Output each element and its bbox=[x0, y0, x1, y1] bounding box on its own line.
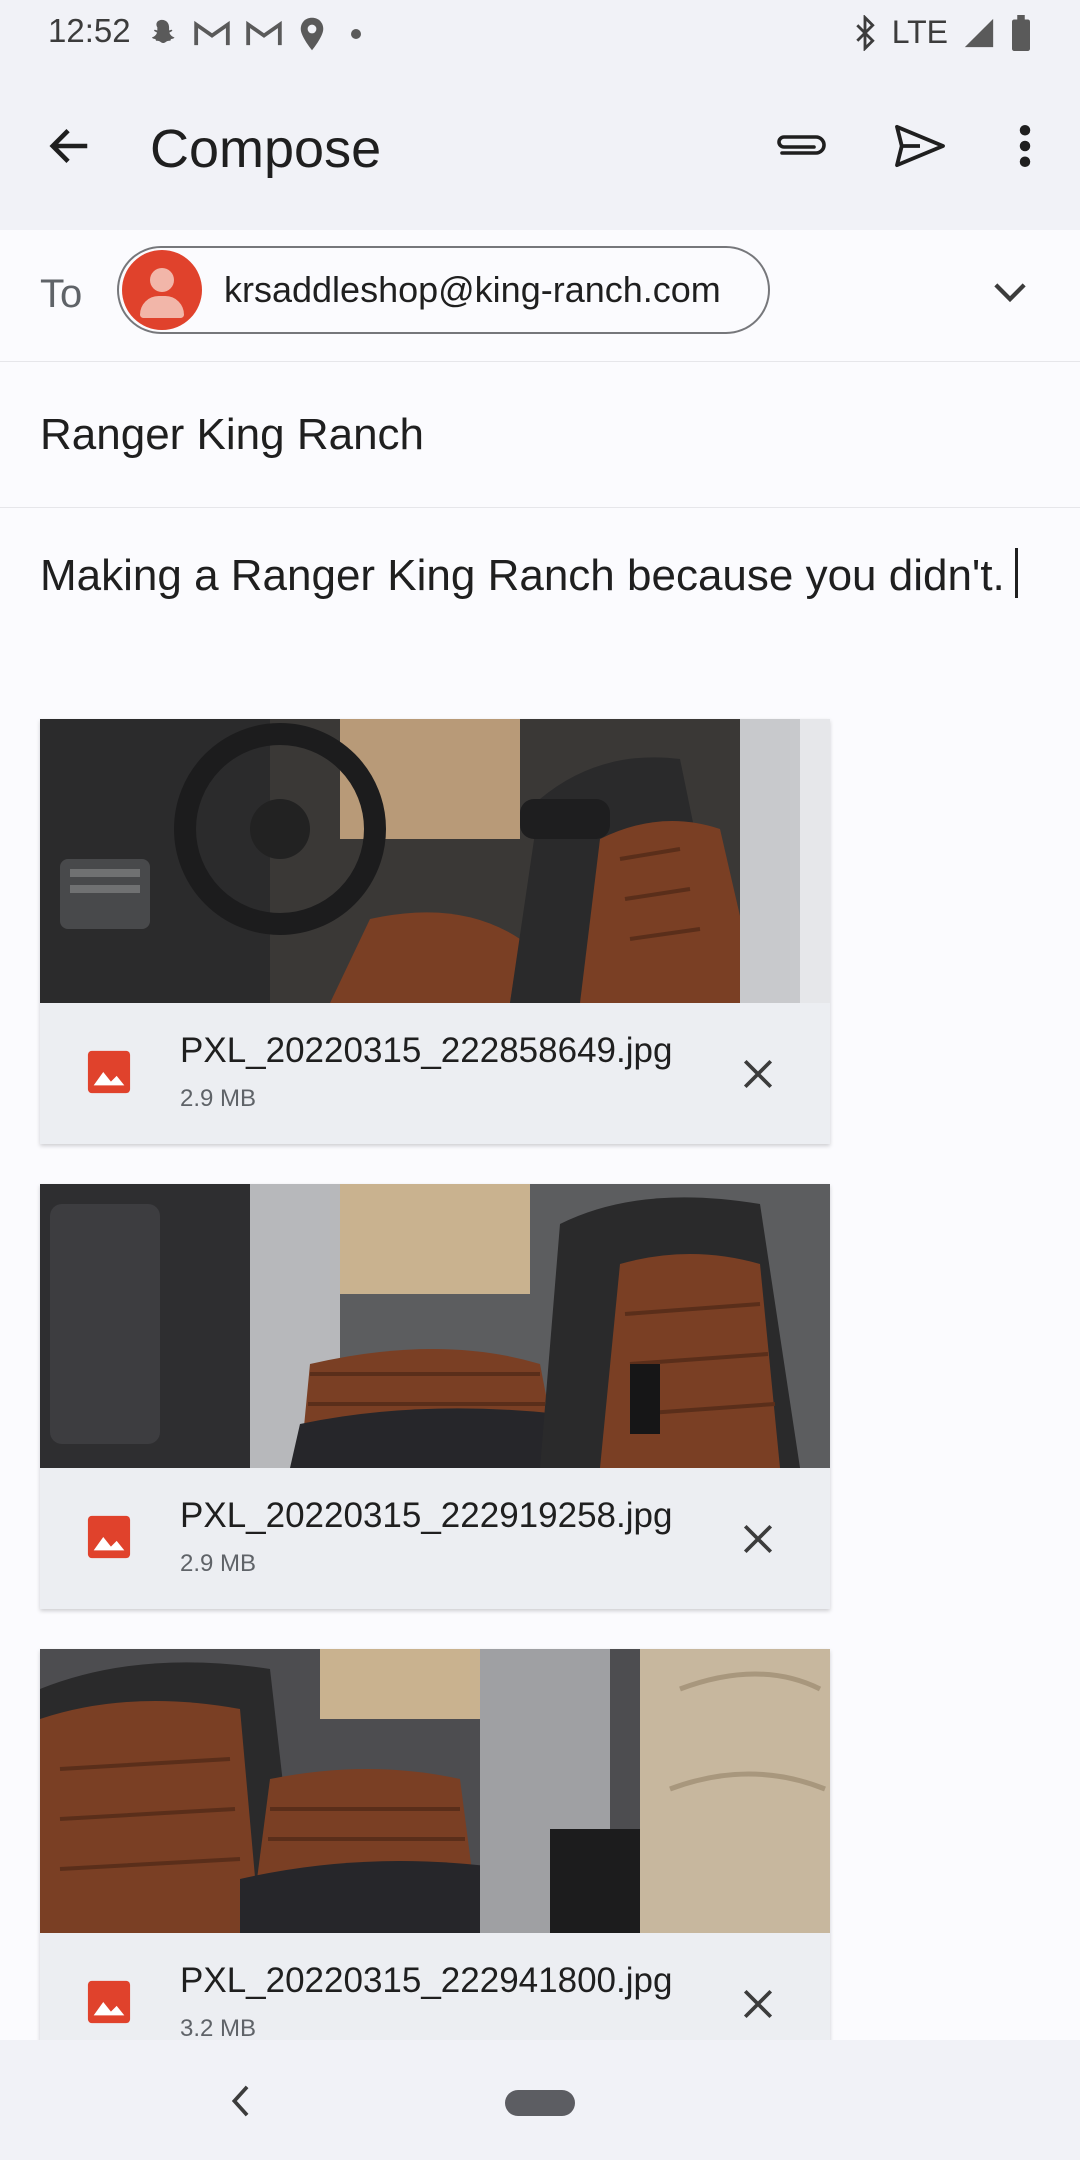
body-field[interactable]: Making a Ranger King Ranch because you d… bbox=[40, 548, 1018, 601]
chevron-down-icon bbox=[994, 283, 1026, 303]
system-icons: LTE bbox=[852, 14, 1032, 51]
signal-icon bbox=[964, 18, 994, 47]
attachment-preview-image[interactable] bbox=[40, 719, 830, 1003]
remove-attachment-button[interactable] bbox=[735, 1051, 781, 1097]
status-time: 12:52 bbox=[48, 12, 131, 49]
gmail-icon bbox=[246, 20, 282, 46]
attachment-size: 3.2 MB bbox=[180, 2015, 257, 2042]
arrow-back-icon bbox=[49, 129, 88, 163]
notification-icons bbox=[145, 16, 371, 52]
subject-field[interactable]: Ranger King Ranch bbox=[0, 362, 1080, 508]
avatar bbox=[122, 250, 202, 330]
nav-back-button[interactable] bbox=[220, 2076, 260, 2126]
back-button[interactable] bbox=[38, 114, 102, 178]
home-pill[interactable] bbox=[505, 2090, 575, 2116]
body-text: Making a Ranger King Ranch because you d… bbox=[40, 551, 1005, 600]
image-file-icon bbox=[87, 1980, 131, 2024]
attachment-size: 2.9 MB bbox=[180, 1550, 257, 1577]
text-cursor bbox=[1014, 548, 1018, 598]
close-icon bbox=[743, 1059, 773, 1089]
bluetooth-icon bbox=[855, 14, 875, 51]
subject-text: Ranger King Ranch bbox=[40, 410, 425, 459]
send-button[interactable] bbox=[885, 114, 955, 178]
attachment-card[interactable]: PXL_20220315_222919258.jpg 2.9 MB bbox=[40, 1184, 830, 1609]
network-type: LTE bbox=[891, 14, 948, 50]
more-options-button[interactable] bbox=[1000, 114, 1050, 178]
attachment-size: 2.9 MB bbox=[180, 1085, 257, 1112]
status-bar: 12:52 LTE bbox=[0, 0, 1080, 70]
close-icon bbox=[743, 1524, 773, 1554]
paperclip-icon bbox=[777, 135, 826, 155]
page-title: Compose bbox=[150, 119, 382, 179]
send-icon bbox=[895, 124, 945, 168]
attachment-filename: PXL_20220315_222858649.jpg bbox=[180, 1031, 673, 1070]
recipient-chip[interactable]: krsaddleshop@king-ranch.com bbox=[117, 246, 770, 334]
location-icon bbox=[300, 17, 324, 51]
dot-icon bbox=[351, 29, 361, 39]
expand-recipients-button[interactable] bbox=[990, 272, 1030, 312]
attachment-card[interactable]: PXL_20220315_222941800.jpg 3.2 MB bbox=[40, 1649, 830, 2074]
image-file-icon bbox=[87, 1050, 131, 1094]
remove-attachment-button[interactable] bbox=[735, 1516, 781, 1562]
snapchat-icon bbox=[151, 19, 175, 43]
gmail-icon bbox=[194, 20, 230, 46]
image-file-icon bbox=[87, 1515, 131, 1559]
attachment-filename: PXL_20220315_222941800.jpg bbox=[180, 1961, 673, 2000]
system-navigation-bar bbox=[0, 2040, 1080, 2160]
recipient-email: krsaddleshop@king-ranch.com bbox=[224, 269, 721, 310]
more-vert-icon bbox=[1019, 125, 1031, 167]
attachment-preview-image[interactable] bbox=[40, 1184, 830, 1468]
close-icon bbox=[743, 1989, 773, 2019]
to-field[interactable]: To krsaddleshop@king-ranch.com bbox=[0, 230, 1080, 362]
attach-button[interactable] bbox=[765, 114, 835, 178]
to-label: To bbox=[40, 272, 83, 316]
battery-icon bbox=[1012, 14, 1030, 51]
attachment-info: PXL_20220315_222858649.jpg 2.9 MB bbox=[40, 1003, 830, 1144]
attachment-info: PXL_20220315_222919258.jpg 2.9 MB bbox=[40, 1468, 830, 1609]
remove-attachment-button[interactable] bbox=[735, 1981, 781, 2027]
chevron-left-icon bbox=[231, 2085, 249, 2117]
app-bar: Compose bbox=[0, 70, 1080, 230]
attachment-filename: PXL_20220315_222919258.jpg bbox=[180, 1496, 673, 1535]
attachment-preview-image[interactable] bbox=[40, 1649, 830, 1933]
attachment-card[interactable]: PXL_20220315_222858649.jpg 2.9 MB bbox=[40, 719, 830, 1144]
